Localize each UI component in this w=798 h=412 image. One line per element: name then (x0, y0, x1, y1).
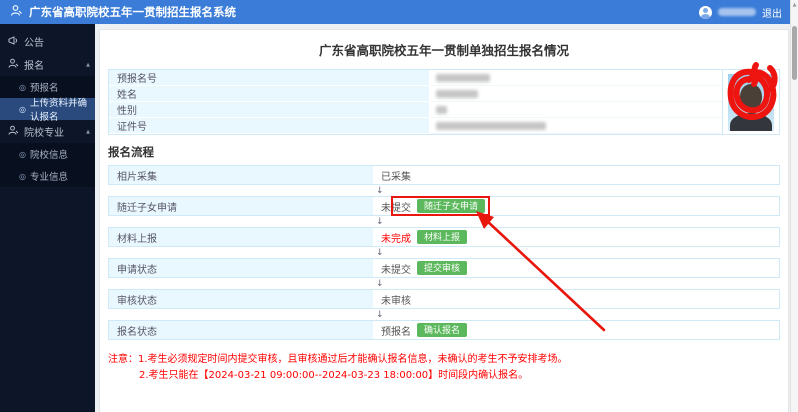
process-step-label: 随迁子女申请 (109, 197, 375, 215)
candidate-info-table: 预报名号 姓名 性别 证件号 (108, 62, 780, 135)
process-row-migrant-children: 随迁子女申请 未提交 随迁子女申请 (108, 195, 780, 332)
flow-down-arrow: ↓ (376, 309, 384, 320)
process-step-status: 未提交 (381, 264, 411, 276)
process-step-label: 审核状态 (109, 290, 375, 308)
username-redacted (718, 8, 756, 16)
logout-button[interactable]: 退出 (762, 5, 782, 20)
process-row-material-upload: 材料上报 未完成 材料上报 (108, 227, 780, 247)
main-content: 广东省高职院校五年一贯制单独招生报名情况 预报名号 姓名 性别 证件号 报名流程… (95, 24, 790, 412)
process-step-status: 已采集 (381, 171, 411, 183)
process-table: 相片采集 已采集 ↓ 随迁子女申请 未提交 随迁子女申请 ↓ 材料上报 未完成 … (108, 165, 780, 340)
process-step-label: 申请状态 (109, 259, 375, 277)
college-major-submenu: ◎ 院校信息 ◎ 专业信息 (0, 143, 95, 187)
sidebar-item-upload-confirm[interactable]: ◎ 上传资料并确认报名 (0, 98, 95, 123)
migrant-children-apply-button[interactable]: 随迁子女申请 (417, 198, 486, 214)
field-value (431, 70, 722, 86)
submit-review-button[interactable]: 提交审核 (417, 260, 468, 276)
sidebar-item-label: 上传资料并确认报名 (29, 98, 87, 123)
field-value (431, 86, 722, 102)
sidebar-item-announcements[interactable]: 公告 (0, 30, 95, 53)
field-value (431, 102, 722, 118)
notice-text: 注意：1.考生必须规定时间内提交审核，且审核通过后才能确认报名信息，未确认的考生… (108, 352, 780, 383)
circle-icon: ◎ (19, 149, 26, 159)
user-avatar-icon (699, 5, 712, 19)
id-number-redacted (436, 121, 546, 130)
process-step-status: 未审核 (381, 295, 411, 307)
sidebar-item-label: 院校专业 (24, 128, 64, 139)
sidebar-item-label: 公告 (24, 38, 44, 49)
sidebar-item-label: 预报名 (29, 83, 59, 94)
field-label: 预报名号 (109, 70, 431, 86)
process-step-status: 未完成 (381, 233, 411, 245)
table-row: 姓名 (109, 86, 722, 102)
table-row: 性别 (109, 102, 722, 118)
sidebar-item-college-major[interactable]: 院校专业 ▲ (0, 120, 95, 143)
candidate-photo-cell (722, 62, 779, 134)
notice-line-2: 2.考生只能在【2024-03-21 09:00:00--2024-03-23 … (139, 369, 529, 381)
field-label: 证件号 (109, 118, 431, 134)
content-panel: 广东省高职院校五年一贯制单独招生报名情况 预报名号 姓名 性别 证件号 报名流程… (99, 29, 789, 412)
table-row: 预报名号 (109, 70, 722, 86)
scrollbar-thumb[interactable] (792, 26, 797, 80)
sidebar-item-major-info[interactable]: ◎ 专业信息 (0, 165, 95, 187)
name-redacted (436, 89, 478, 98)
field-label: 姓名 (109, 86, 431, 102)
field-label: 性别 (109, 102, 431, 118)
sidebar-item-label: 专业信息 (29, 172, 68, 183)
person-icon (8, 58, 19, 72)
scrollbar[interactable]: ▲ (790, 0, 798, 412)
app-header: 广东省高职院校五年一贯制招生报名系统 退出 (0, 0, 798, 24)
process-row-review-status: 审核状态 未审核 (108, 289, 780, 309)
app-window: 广东省高职院校五年一贯制招生报名系统 退出 公告 报名 ▲ ◎ 预报名 ◎ 上传… (0, 0, 798, 412)
circle-icon: ◎ (19, 104, 26, 114)
notice-line-1: 注意：1.考生必须规定时间内提交审核，且审核通过后才能确认报名信息，未确认的考生… (108, 354, 568, 365)
user-edit-icon (10, 4, 23, 20)
flow-down-arrow: ↓ (376, 247, 384, 258)
gender-redacted (436, 105, 447, 114)
sidebar-item-college-info[interactable]: ◎ 院校信息 (0, 143, 95, 165)
flow-down-arrow: ↓ (376, 185, 384, 196)
field-value (431, 118, 722, 134)
person-icon (8, 125, 19, 139)
flow-down-arrow: ↓ (376, 278, 384, 289)
sidebar-item-label: 报名 (24, 61, 44, 72)
process-step-label: 相片采集 (109, 166, 375, 184)
megaphone-icon (8, 35, 19, 49)
circle-icon: ◎ (19, 82, 26, 92)
process-step-label: 材料上报 (109, 228, 375, 246)
sidebar-item-label: 院校信息 (29, 150, 68, 161)
circle-icon: ◎ (19, 171, 26, 181)
process-row-photo-collection: 相片采集 已采集 (108, 165, 780, 185)
material-upload-button[interactable]: 材料上报 (417, 229, 468, 245)
process-step-label: 报名状态 (109, 321, 375, 339)
process-row-registration-status: 报名状态 预报名 确认报名 (108, 320, 780, 340)
confirm-registration-button[interactable]: 确认报名 (417, 322, 468, 338)
registration-submenu: ◎ 预报名 ◎ 上传资料并确认报名 (0, 76, 95, 123)
page-title: 广东省高职院校五年一贯制单独招生报名情况 (318, 43, 569, 58)
chevron-up-icon: ▲ (86, 128, 90, 135)
sidebar: 公告 报名 ▲ ◎ 预报名 ◎ 上传资料并确认报名 院校专业 ▲ ◎ 院校信息 … (0, 24, 95, 412)
flow-down-arrow: ↓ (376, 216, 384, 227)
process-row-application-status: 申请状态 未提交 提交审核 (108, 258, 780, 278)
process-step-status: 预报名 (381, 326, 411, 338)
app-title: 广东省高职院校五年一贯制招生报名系统 (29, 5, 236, 19)
candidate-photo (728, 73, 774, 131)
section-title: 报名流程 (108, 145, 154, 159)
table-row: 证件号 (109, 118, 722, 134)
red-box-annotation: 随迁子女申请 (391, 195, 606, 332)
scrollbar-up-arrow[interactable]: ▲ (791, 0, 798, 10)
chevron-up-icon: ▲ (86, 61, 90, 68)
preregistration-number-redacted (436, 73, 490, 82)
sidebar-item-registration[interactable]: 报名 ▲ (0, 53, 95, 76)
